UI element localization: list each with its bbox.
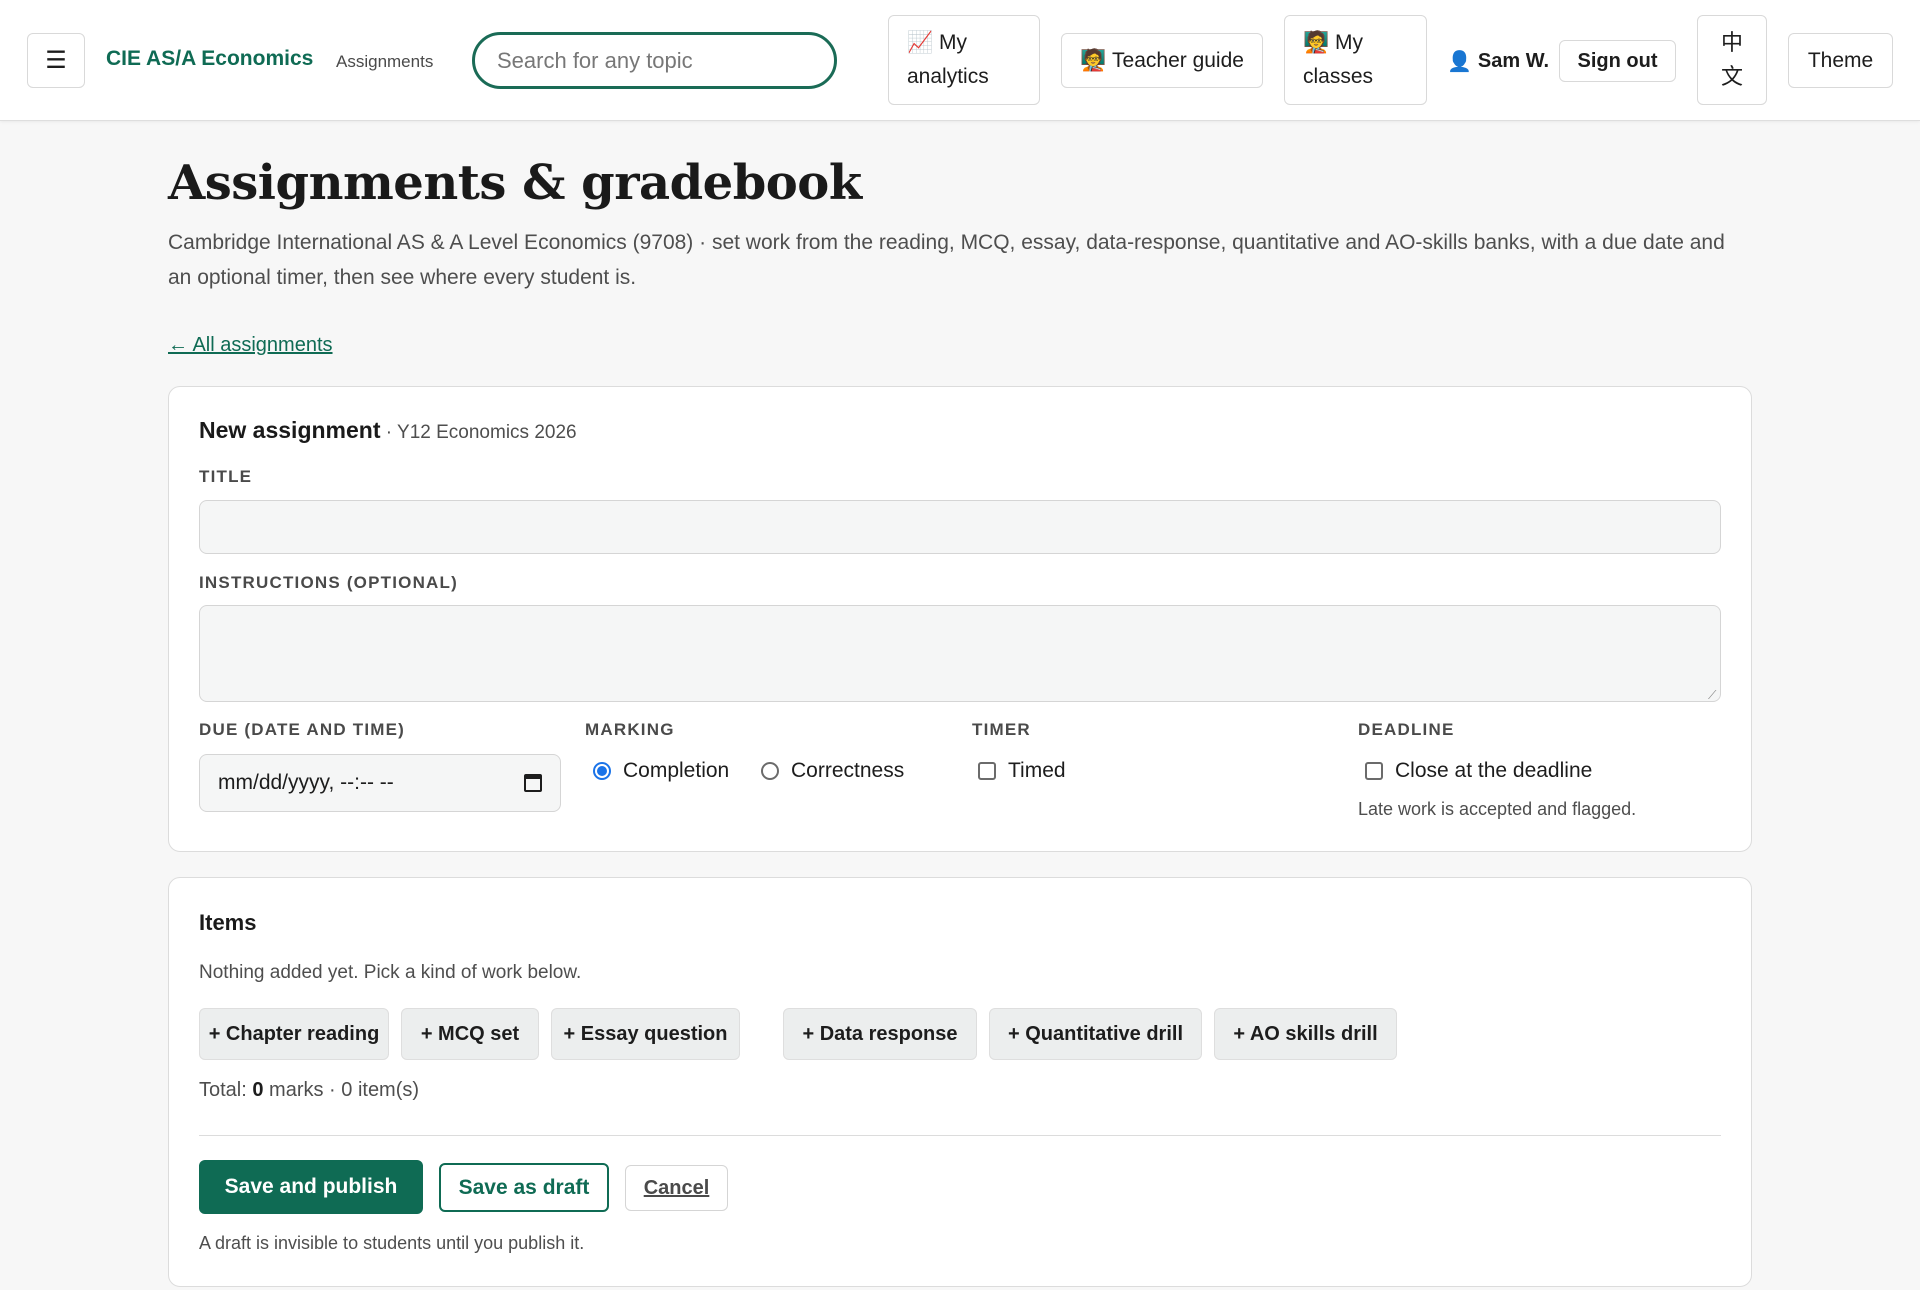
- checkbox-icon[interactable]: [1365, 762, 1383, 780]
- save-and-publish-button[interactable]: Save and publish: [199, 1160, 423, 1214]
- new-assignment-card: New assignment · Y12 Economics 2026 TITL…: [168, 386, 1752, 852]
- total-suffix: marks · 0 item(s): [263, 1079, 420, 1101]
- close-at-deadline-option[interactable]: Close at the deadline: [1365, 759, 1592, 783]
- title-label: TITLE: [199, 467, 253, 486]
- add-ao-skills-drill-button[interactable]: + AO skills drill: [1214, 1008, 1397, 1060]
- class-name: · Y12 Economics 2026: [380, 422, 577, 443]
- save-as-draft-button[interactable]: Save as draft: [439, 1163, 609, 1212]
- brand-link[interactable]: CIE AS/A Economics: [106, 47, 313, 71]
- hamburger-icon: ☰: [45, 47, 67, 74]
- card-title: New assignment · Y12 Economics 2026: [199, 417, 577, 444]
- user-name: Sam W.: [1477, 50, 1550, 72]
- title-input[interactable]: [199, 500, 1721, 554]
- add-mcq-set-button[interactable]: + MCQ set: [401, 1008, 539, 1060]
- add-data-response-button[interactable]: + Data response: [783, 1008, 977, 1060]
- all-assignments-link[interactable]: ← All assignments: [168, 334, 333, 357]
- language-toggle-button[interactable]: 中 文: [1697, 15, 1767, 105]
- nav-my-analytics-button[interactable]: 📈 My analytics: [888, 15, 1040, 105]
- marking-option-label: Completion: [623, 759, 730, 782]
- nav-guide-label: Teacher guide: [1112, 48, 1244, 72]
- add-essay-question-button[interactable]: + Essay question: [551, 1008, 740, 1060]
- teacher-icon: 🧑‍🏫: [1080, 48, 1107, 72]
- deadline-label: DEADLINE: [1358, 720, 1455, 739]
- items-empty-text: Nothing added yet. Pick a kind of work b…: [199, 962, 582, 983]
- lang-label-1: 中: [1720, 30, 1743, 55]
- new-assignment-heading: New assignment: [199, 417, 381, 443]
- page-description: Cambridge International AS & A Level Eco…: [168, 231, 1725, 289]
- top-bar: ☰ CIE AS/A Economics Assignments 📈 My an…: [0, 0, 1920, 121]
- menu-button[interactable]: ☰: [27, 33, 85, 88]
- add-quantitative-drill-button[interactable]: + Quantitative drill: [989, 1008, 1202, 1060]
- instructions-textarea[interactable]: [199, 605, 1721, 702]
- radio-unselected-icon[interactable]: [761, 762, 779, 780]
- nav-teacher-guide-button[interactable]: 🧑‍🏫 Teacher guide: [1061, 33, 1263, 88]
- marking-option-label: Correctness: [791, 759, 905, 782]
- chart-icon: 📈: [907, 31, 934, 54]
- deadline-hint: Late work is accepted and flagged.: [1358, 799, 1637, 819]
- marking-label: MARKING: [585, 720, 675, 739]
- divider: [199, 1135, 1721, 1136]
- nav-analytics-label-1: My: [939, 31, 967, 54]
- resize-grip-icon[interactable]: ⟋: [1708, 689, 1720, 701]
- due-datetime-input[interactable]: mm/dd/yyyy, --:-- --: [199, 754, 561, 812]
- close-at-deadline-label: Close at the deadline: [1395, 759, 1593, 782]
- marking-option-completion[interactable]: Completion: [593, 759, 729, 783]
- nav-my-classes-button[interactable]: 🧑‍🏫 My classes: [1284, 15, 1427, 105]
- nav-analytics-label-2: analytics: [907, 65, 989, 88]
- items-total: Total: 0 marks · 0 item(s): [199, 1079, 419, 1102]
- total-marks: 0: [252, 1079, 264, 1101]
- marking-option-correctness[interactable]: Correctness: [761, 759, 904, 783]
- items-card: Items Nothing added yet. Pick a kind of …: [168, 877, 1752, 1287]
- total-prefix: Total:: [199, 1079, 253, 1101]
- page-title: Assignments & gradebook: [168, 155, 862, 211]
- radio-selected-icon[interactable]: [593, 762, 611, 780]
- sign-out-button[interactable]: Sign out: [1559, 40, 1676, 82]
- timed-label: Timed: [1008, 759, 1066, 782]
- section-label: Assignments: [336, 52, 434, 71]
- nav-classes-label-1: My: [1335, 31, 1363, 54]
- lang-label-2: 文: [1720, 64, 1743, 89]
- add-chapter-reading-button[interactable]: + Chapter reading: [199, 1008, 389, 1060]
- items-title: Items: [199, 910, 257, 935]
- checkbox-icon[interactable]: [978, 762, 996, 780]
- cancel-button[interactable]: Cancel: [625, 1165, 728, 1211]
- search-input[interactable]: [472, 32, 837, 89]
- instructions-label: INSTRUCTIONS (OPTIONAL): [199, 573, 458, 592]
- due-placeholder: mm/dd/yyyy, --:-- --: [218, 771, 394, 794]
- nav-classes-label-2: classes: [1303, 65, 1374, 88]
- user-icon: 👤: [1447, 51, 1472, 73]
- timer-label: TIMER: [972, 720, 1031, 739]
- draft-note: A draft is invisible to students until y…: [199, 1233, 585, 1253]
- timed-checkbox-option[interactable]: Timed: [978, 759, 1066, 783]
- teacher-icon: 🧑‍🏫: [1303, 31, 1330, 54]
- theme-button[interactable]: Theme: [1788, 33, 1893, 88]
- user-badge: 👤 Sam W.: [1447, 49, 1549, 74]
- calendar-icon[interactable]: [524, 774, 542, 792]
- due-label: DUE (DATE AND TIME): [199, 720, 406, 739]
